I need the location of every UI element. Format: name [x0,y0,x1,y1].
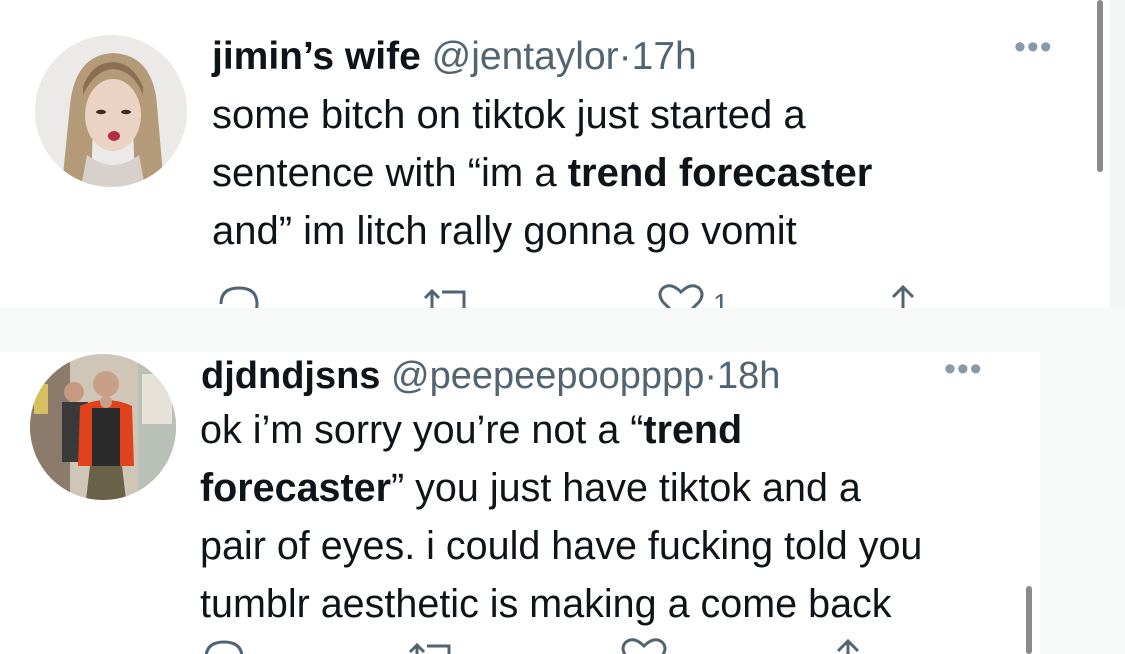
user-handle[interactable]: @peepeepoopppp [391,355,704,397]
avatar[interactable] [30,354,176,500]
avatar[interactable] [35,35,187,187]
tweet[interactable]: jimin’s wife @jentaylor·17h ••• some bit… [0,0,1110,308]
tweet-header: jimin’s wife @jentaylor·17h [212,37,697,76]
display-name[interactable]: djdndjsns [201,355,380,397]
separator: · [618,35,632,78]
like-count: 1 [713,288,729,308]
share-icon[interactable] [883,282,923,308]
display-name[interactable]: jimin’s wife [212,35,421,78]
timestamp[interactable]: 18h [717,355,780,397]
tweet-text-line: pair of eyes. i could have fucking told … [200,524,923,568]
tweet-header: djdndjsns @peepeepoopppp·18h [201,357,780,395]
reply-icon[interactable] [200,636,248,654]
background-strip [1110,0,1125,308]
more-icon[interactable]: ••• [1014,30,1053,64]
reply-icon[interactable] [215,282,263,308]
tweet-text-line: ok i’m sorry you’re not a “trend [200,408,743,452]
avatar-image [30,354,176,500]
like-icon[interactable] [620,636,668,654]
avatar-image [35,35,187,187]
tweet-text-line: sentence with “im a trend forecaster [212,151,873,195]
separator: · [704,355,717,397]
tweet-divider [0,308,1125,352]
timestamp[interactable]: 17h [632,35,697,78]
retweet-icon[interactable] [405,636,465,654]
background-strip [1040,352,1125,654]
user-handle[interactable]: @jentaylor [432,35,619,78]
scrollbar[interactable] [1026,586,1032,654]
like-icon[interactable] [657,282,705,308]
tweet-text-line: forecaster” you just have tiktok and a [200,466,861,510]
tweet-text-line: and” im litch rally gonna go vomit [212,209,797,253]
tweet-text: ok i’m sorry you’re not a “trend forecas… [200,401,922,633]
scrollbar[interactable] [1097,0,1103,172]
tweet[interactable]: djdndjsns @peepeepoopppp·18h ••• ok i’m … [0,352,1040,654]
action-bar [200,636,900,654]
share-icon[interactable] [828,636,868,654]
tweet-text: some bitch on tiktok just started a sent… [212,86,872,260]
action-bar: 1 [215,282,935,308]
timeline: jimin’s wife @jentaylor·17h ••• some bit… [0,0,1125,654]
more-icon[interactable]: ••• [944,352,983,386]
tweet-text-line: tumblr aesthetic is making a come back [200,582,892,626]
retweet-icon[interactable] [420,282,480,308]
tweet-text-line: some bitch on tiktok just started a [212,93,806,137]
